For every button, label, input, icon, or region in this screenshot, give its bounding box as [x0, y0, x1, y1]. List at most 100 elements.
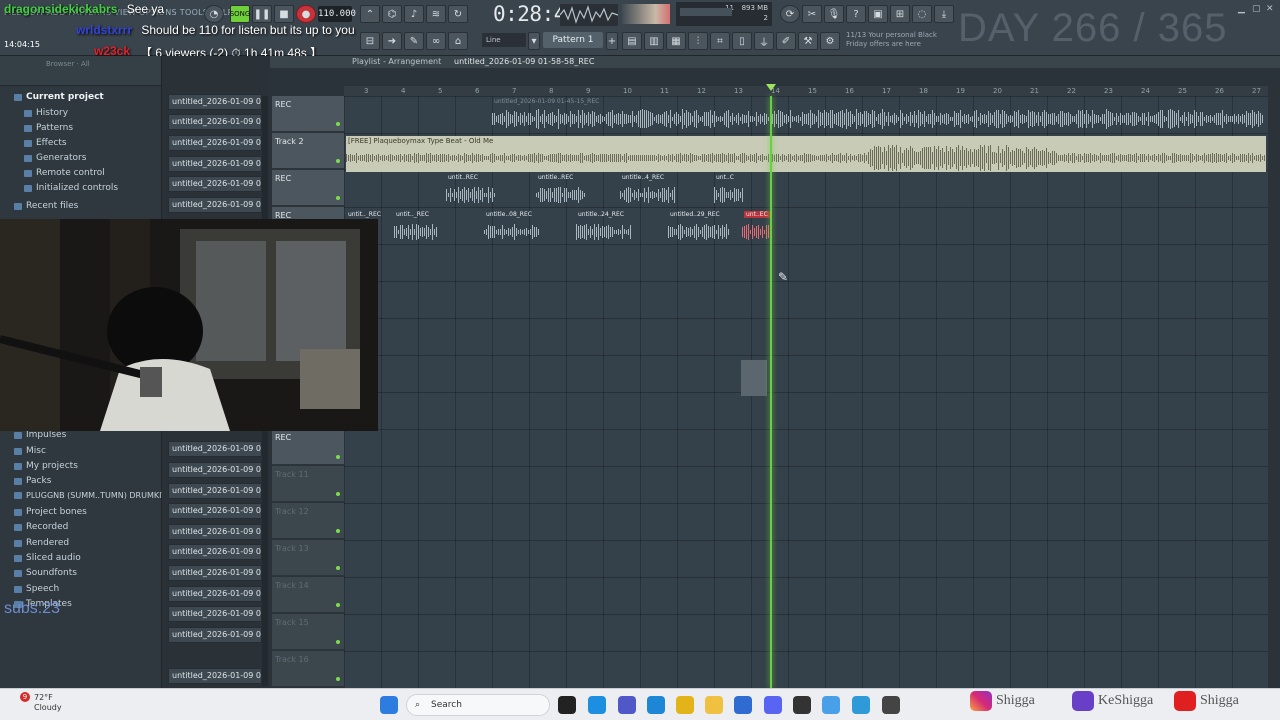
tempo-display[interactable]: 110.000	[318, 6, 356, 22]
track-mute-led[interactable]	[336, 529, 340, 533]
plug-icon[interactable]: ⏚	[754, 32, 774, 50]
maximize-icon[interactable]: ▢	[1252, 4, 1261, 14]
clip-item[interactable]: untitled_2026-01-09 01-...	[168, 524, 262, 540]
playlist-vertical-scrollbar[interactable]	[1268, 86, 1280, 688]
track-header[interactable]: REC	[272, 96, 344, 132]
task-view-icon[interactable]	[558, 696, 576, 714]
clip-item[interactable]: untitled_2026-01-09 01-...	[168, 483, 262, 499]
track-header[interactable]: Track 14	[272, 577, 344, 613]
audio-clip[interactable]: unt..C	[714, 174, 744, 210]
typing-keyboard-icon[interactable]: ⌃	[360, 5, 380, 23]
clip-item[interactable]: untitled_2026-01-09 01-...	[168, 94, 262, 110]
browser-item-impulses[interactable]: Impulses	[14, 430, 66, 440]
loop-record-icon[interactable]: ↻	[448, 5, 468, 23]
clip-item[interactable]: untitled_2026-01-09 01-...	[168, 668, 262, 684]
song-mode-button[interactable]: SONG	[230, 5, 250, 23]
browser-item-generators[interactable]: Generators	[24, 153, 86, 163]
clip-item[interactable]: untitled_2026-01-09 01-...	[168, 627, 262, 643]
promo-text[interactable]: 11/13 Your personal Black Friday offers …	[846, 31, 937, 49]
pinned-app-icon[interactable]	[882, 696, 900, 714]
clip-item[interactable]: untitled_2026-01-09 01-...	[168, 503, 262, 519]
audio-clip[interactable]: untitle..REC	[536, 174, 586, 210]
tools-icon[interactable]: ⚒	[798, 32, 818, 50]
brush-icon[interactable]: ✐	[776, 32, 796, 50]
record-button[interactable]: ●	[296, 5, 316, 23]
track-header[interactable]: Track 11	[272, 466, 344, 502]
help-icon[interactable]: ?	[846, 5, 866, 23]
track-header[interactable]: Track 16	[272, 651, 344, 687]
chrome-icon[interactable]	[676, 696, 694, 714]
browser-item-patterns[interactable]: Patterns	[24, 123, 73, 133]
track-mute-led[interactable]	[336, 677, 340, 681]
blend-notes-icon[interactable]: ≋	[426, 5, 446, 23]
pencil-icon[interactable]: ✎	[404, 32, 424, 50]
clip-item[interactable]: untitled_2026-01-09 01-...	[168, 156, 262, 172]
playlist-tools-icon[interactable]: ⊟	[360, 32, 380, 50]
countdown-icon[interactable]: ⌬	[382, 5, 402, 23]
browser-icon[interactable]: ▯	[732, 32, 752, 50]
track-header[interactable]: Track 13	[272, 540, 344, 576]
track-header[interactable]: REC	[272, 429, 344, 465]
audio-clip[interactable]: untitle..08_REC	[484, 211, 540, 247]
refresh-icon[interactable]: ⟳	[780, 5, 800, 23]
browser-item-drumkit[interactable]: PLUGGNB (SUMM..TUMN) DRUMKIT	[14, 491, 166, 500]
weather-widget[interactable]: 72°F Cloudy	[34, 693, 62, 713]
recording-clip[interactable]: unt..EC	[742, 211, 772, 247]
piano-roll-icon[interactable]: ▥	[644, 32, 664, 50]
playhead-marker[interactable]	[766, 84, 776, 91]
discord-icon[interactable]	[764, 696, 782, 714]
microphone-icon[interactable]: 🎙	[824, 5, 844, 23]
file-explorer-icon[interactable]	[705, 696, 723, 714]
chevron-down-icon[interactable]: ▾	[528, 32, 540, 50]
audio-clip[interactable]: untit.._REC	[394, 211, 438, 247]
link-icon[interactable]: ∞	[426, 32, 446, 50]
teams-icon[interactable]	[618, 696, 636, 714]
browser-item-recent-files[interactable]: Recent files	[14, 201, 78, 211]
add-pattern-icon[interactable]: +	[606, 32, 618, 50]
track-mute-led[interactable]	[336, 492, 340, 496]
clip-item[interactable]: untitled_2026-01-09 01-...	[168, 586, 262, 602]
playlist-file-name[interactable]: untitled_2026-01-09 01-58-58_REC	[454, 57, 594, 66]
save-icon[interactable]: ▣	[868, 5, 888, 23]
obs-icon[interactable]	[793, 696, 811, 714]
browser-item-rendered[interactable]: Rendered	[14, 538, 69, 548]
settings-icon[interactable]: ⚙	[820, 32, 840, 50]
arrangement-grid[interactable]: untitled_2026-01-09 01-45-15_REC [FREE] …	[344, 96, 1268, 688]
step-edit-icon[interactable]: ♪	[404, 5, 424, 23]
stamp-icon[interactable]: ⌂	[448, 32, 468, 50]
app-icon[interactable]	[822, 696, 840, 714]
audio-clip[interactable]: untitle..4_REC	[620, 174, 676, 210]
snap-select[interactable]: Line	[482, 33, 526, 47]
browser-item-my-projects[interactable]: My projects	[14, 461, 78, 471]
cut-icon[interactable]: ✂	[802, 5, 822, 23]
track-mute-led[interactable]	[336, 640, 340, 644]
track-mute-led[interactable]	[336, 603, 340, 607]
track-header[interactable]: Track 12	[272, 503, 344, 539]
download-icon[interactable]: ⤓	[934, 5, 954, 23]
track-header[interactable]: REC	[272, 170, 344, 206]
clip-item[interactable]: untitled_2026-01-09 01-...	[168, 441, 262, 457]
chat-icon[interactable]: ◌	[912, 5, 932, 23]
windows-start-icon[interactable]	[380, 696, 398, 714]
track-mute-led[interactable]	[336, 566, 340, 570]
track-mute-led[interactable]	[336, 122, 340, 126]
clip-item[interactable]: untitled_2026-01-09 01-...	[168, 114, 262, 130]
browser-item-soundfonts[interactable]: Soundfonts	[14, 568, 77, 578]
browser-item-current-project[interactable]: Current project	[14, 92, 104, 102]
audio-clip[interactable]: untit..REC	[446, 174, 496, 210]
browser-item-history[interactable]: History	[24, 108, 68, 118]
browser-item-speech[interactable]: Speech	[14, 584, 59, 594]
playhead[interactable]	[770, 96, 772, 688]
pattern-selector[interactable]: Pattern 1	[543, 32, 603, 48]
sample-clip[interactable]: [FREE] Plaqueboymax Type Beat - Old Me	[346, 136, 1266, 172]
close-icon[interactable]: ✕	[1266, 4, 1274, 14]
fl-studio-icon[interactable]	[852, 696, 870, 714]
browser-item-initialized-controls[interactable]: Initialized controls	[24, 183, 118, 193]
metronome-icon[interactable]: ◔	[204, 5, 224, 23]
copilot-icon[interactable]	[588, 696, 606, 714]
clip-item[interactable]: untitled_2026-01-09 01-...	[168, 135, 262, 151]
pause-button[interactable]: ❚❚	[252, 5, 272, 23]
track-header[interactable]: Track 2	[272, 133, 344, 169]
browser-item-remote-control[interactable]: Remote control	[24, 168, 105, 178]
track-mute-led[interactable]	[336, 159, 340, 163]
